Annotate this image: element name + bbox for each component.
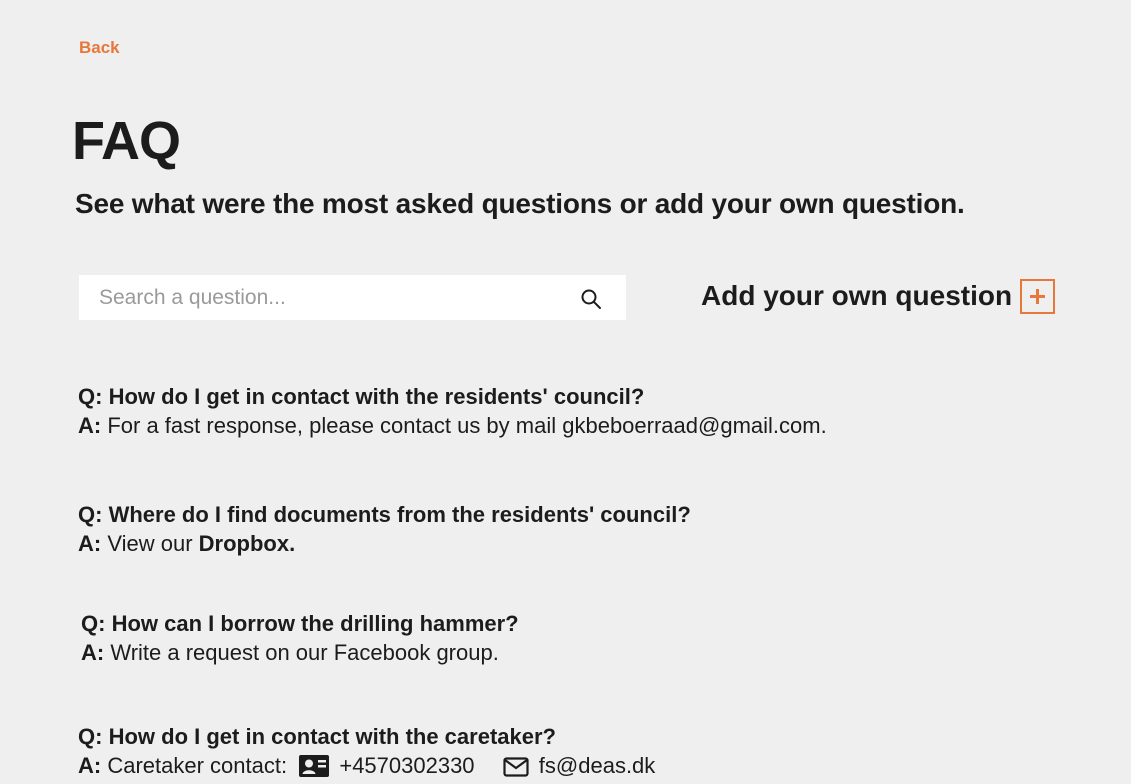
page-title: FAQ (72, 111, 181, 171)
faq-question: Q: Where do I find documents from the re… (78, 500, 1078, 529)
faq-answer: A: View our Dropbox. (78, 529, 1078, 558)
faq-item: Q: How do I get in contact with the care… (78, 722, 1078, 784)
question-text: How can I borrow the drilling hammer? (111, 611, 519, 636)
faq-question: Q: How do I get in contact with the resi… (78, 382, 1078, 411)
question-prefix: Q: (78, 384, 103, 409)
answer-prefix: A: (81, 640, 105, 665)
search-icon[interactable] (580, 288, 602, 314)
caretaker-phone[interactable]: +4570302330 (339, 753, 474, 778)
faq-item: Q: Where do I find documents from the re… (78, 500, 1078, 558)
plus-icon (1022, 289, 1053, 315)
faq-answer: A: Write a request on our Facebook group… (81, 638, 1081, 667)
answer-text: For a fast response, please contact us b… (107, 413, 827, 438)
answer-text: Write a request on our Facebook group. (110, 640, 499, 665)
answer-prefix: A: (78, 413, 102, 438)
add-question-button[interactable] (1020, 279, 1055, 314)
dropbox-link[interactable]: Dropbox. (199, 531, 296, 556)
faq-item: Q: How do I get in contact with the resi… (78, 382, 1078, 440)
question-prefix: Q: (81, 611, 106, 636)
faq-answer: A: Caretaker contact: +4570302330 fs@dea… (78, 751, 1078, 784)
back-link[interactable]: Back (79, 38, 120, 58)
question-text: Where do I find documents from the resid… (108, 502, 691, 527)
page-subtitle: See what were the most asked questions o… (75, 188, 965, 219)
question-prefix: Q: (78, 724, 103, 749)
faq-question: Q: How can I borrow the drilling hammer? (81, 609, 1081, 638)
add-question-label[interactable]: Add your own question (701, 280, 1012, 312)
faq-question: Q: How do I get in contact with the care… (78, 722, 1078, 751)
answer-text: View our (107, 531, 193, 556)
caretaker-email[interactable]: fs@deas.dk (539, 753, 656, 778)
mail-icon (503, 755, 529, 784)
answer-text: Caretaker contact: (107, 753, 288, 778)
question-prefix: Q: (78, 502, 103, 527)
answer-prefix: A: (78, 753, 102, 778)
faq-item: Q: How can I borrow the drilling hammer?… (81, 609, 1081, 667)
faq-answer: A: For a fast response, please contact u… (78, 411, 1078, 440)
search-input[interactable] (99, 275, 559, 320)
contact-card-icon (299, 755, 330, 784)
question-text: How do I get in contact with the caretak… (108, 724, 556, 749)
search-box (79, 275, 626, 320)
question-text: How do I get in contact with the residen… (108, 384, 645, 409)
answer-prefix: A: (78, 531, 102, 556)
